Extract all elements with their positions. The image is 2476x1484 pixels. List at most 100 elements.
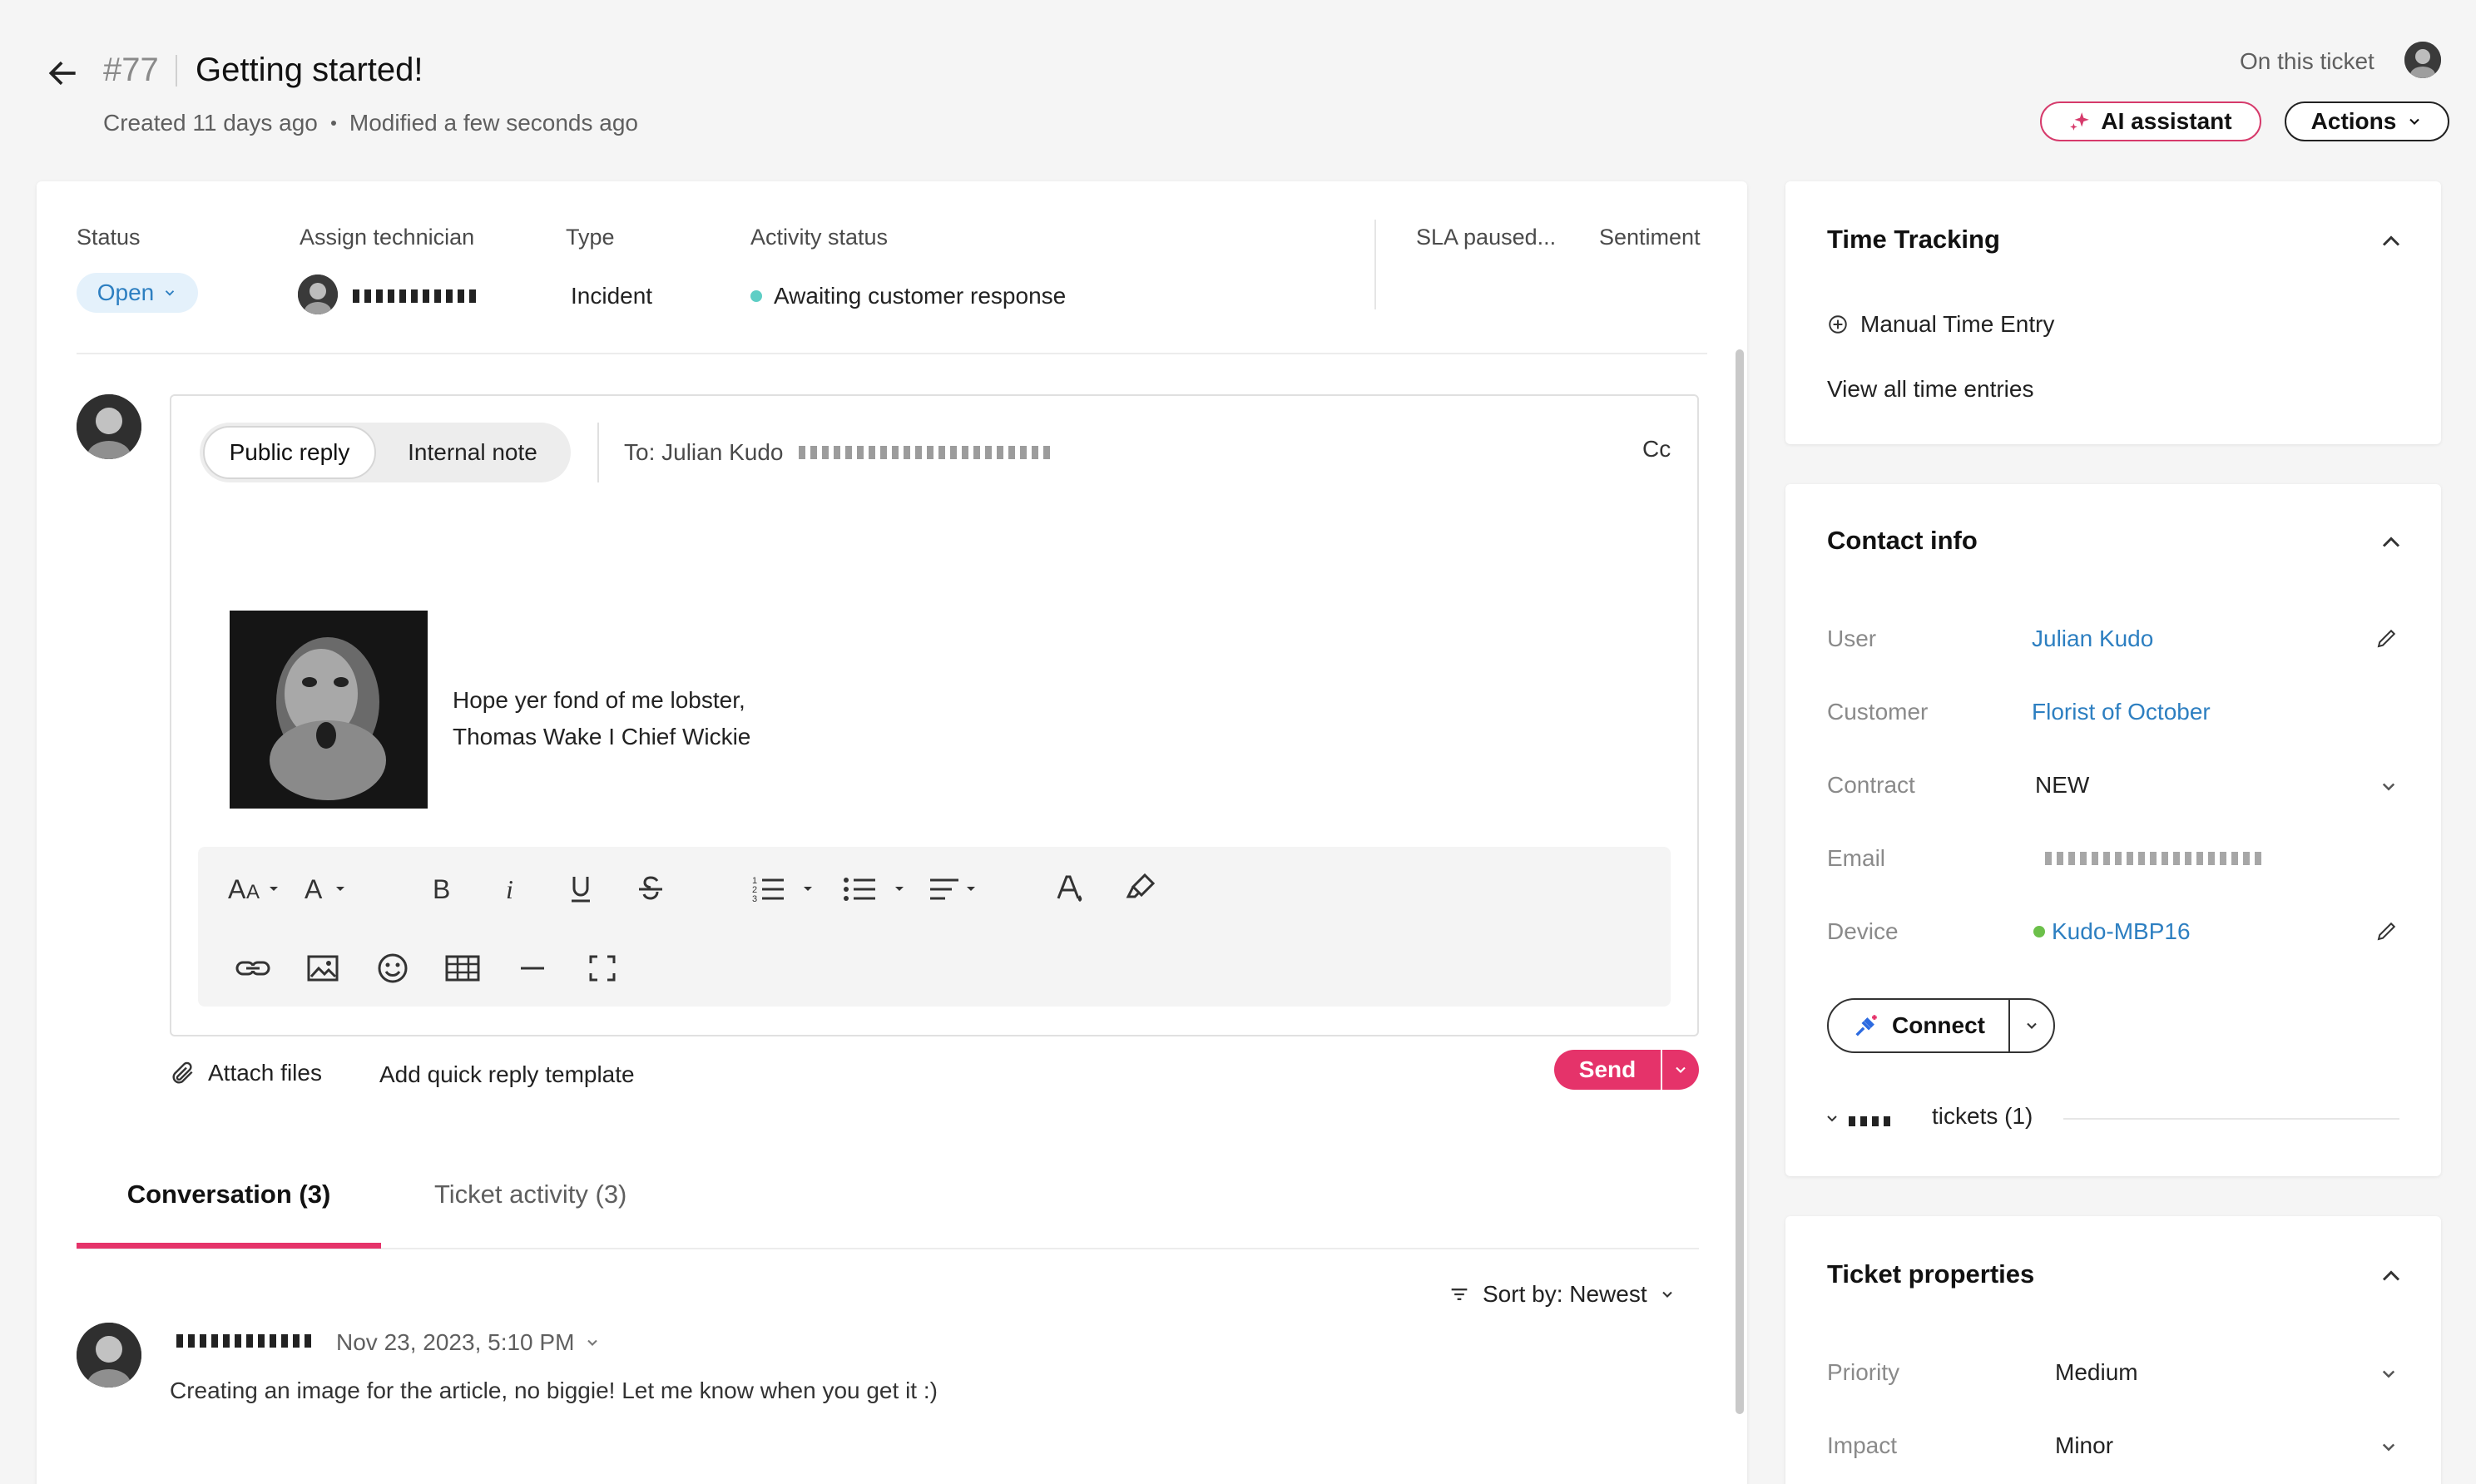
- chevron-down-icon[interactable]: [2376, 1434, 2401, 1459]
- internal-note-tab[interactable]: Internal note: [384, 426, 561, 479]
- manual-time-entry-button[interactable]: Manual Time Entry: [1827, 311, 2054, 338]
- type-value[interactable]: Incident: [571, 283, 652, 309]
- viewer-avatar[interactable]: [2404, 42, 2441, 78]
- modified-text: Modified a few seconds ago: [349, 110, 638, 136]
- connect-button[interactable]: Connect: [1829, 1000, 2008, 1051]
- user-link[interactable]: Julian Kudo: [2032, 626, 2153, 652]
- svg-text:3: 3: [752, 894, 757, 904]
- recipient-email-redacted: [799, 446, 1053, 459]
- caret-down-icon[interactable]: [334, 883, 346, 895]
- on-this-ticket-label: On this ticket: [2240, 48, 2374, 74]
- activity-status-dot: [750, 290, 762, 302]
- contract-value[interactable]: NEW: [2035, 772, 2089, 799]
- sla-label: SLA paused...: [1416, 225, 1557, 250]
- strikethrough-icon[interactable]: [631, 868, 671, 908]
- activity-status-value: Awaiting customer response: [774, 283, 1067, 309]
- view-all-time-entries-link[interactable]: View all time entries: [1827, 376, 2033, 403]
- technician-name-redacted[interactable]: [353, 289, 476, 303]
- user-label: User: [1827, 626, 1877, 651]
- numbered-list-icon[interactable]: 123: [749, 868, 789, 908]
- chevron-down-icon[interactable]: [1822, 1108, 1842, 1132]
- activity-status-dropdown[interactable]: Awaiting customer response: [750, 283, 1066, 309]
- sort-label: Sort by: Newest: [1483, 1281, 1647, 1307]
- device-name: Kudo-MBP16: [2052, 918, 2191, 944]
- actions-button[interactable]: Actions: [2285, 101, 2449, 141]
- quick-reply-template-button[interactable]: Add quick reply template: [379, 1061, 635, 1088]
- section-divider: [77, 353, 1707, 354]
- svg-text:A: A: [228, 874, 246, 904]
- sparkle-icon: [2069, 111, 2091, 132]
- status-label: Status: [77, 225, 141, 250]
- send-button[interactable]: Send: [1554, 1050, 1661, 1090]
- paperclip-icon: [170, 1060, 196, 1086]
- bold-icon[interactable]: B: [421, 868, 461, 908]
- tickets-owner-redacted: [1849, 1116, 1895, 1126]
- chevron-up-icon[interactable]: [2376, 1261, 2406, 1291]
- bulleted-list-icon[interactable]: [840, 868, 880, 908]
- email-redacted[interactable]: [2045, 852, 2266, 865]
- align-icon[interactable]: [925, 868, 965, 908]
- edit-pencil-icon[interactable]: [2374, 626, 2399, 650]
- related-tickets-toggle[interactable]: tickets (1): [1932, 1103, 2033, 1130]
- tab-ticket-activity[interactable]: Ticket activity (3): [434, 1180, 626, 1209]
- technician-avatar[interactable]: [298, 275, 338, 314]
- public-reply-tab[interactable]: Public reply: [203, 426, 376, 479]
- connect-label: Connect: [1892, 1012, 1985, 1038]
- customer-link[interactable]: Florist of October: [2032, 699, 2211, 725]
- svg-text:B: B: [433, 874, 450, 904]
- customer-label: Customer: [1827, 699, 1929, 725]
- message-date[interactable]: Nov 23, 2023, 5:10 PM: [336, 1329, 601, 1356]
- image-icon[interactable]: [303, 948, 343, 988]
- italic-icon[interactable]: i: [491, 868, 531, 908]
- attach-files-label: Attach files: [208, 1060, 322, 1086]
- link-icon[interactable]: [233, 948, 273, 988]
- recipient-field[interactable]: To: Julian Kudo: [624, 439, 783, 466]
- chevron-down-icon[interactable]: [2376, 774, 2401, 799]
- horizontal-rule-icon[interactable]: [513, 948, 552, 988]
- message-author-redacted: [176, 1334, 313, 1348]
- priority-value[interactable]: Medium: [2055, 1359, 2138, 1386]
- ai-assistant-button[interactable]: AI assistant: [2040, 101, 2261, 141]
- priority-label: Priority: [1827, 1359, 1900, 1385]
- tab-conversation[interactable]: Conversation (3): [77, 1175, 381, 1249]
- caret-down-icon[interactable]: [268, 883, 280, 895]
- device-link[interactable]: Kudo-MBP16: [2033, 918, 2191, 945]
- caret-down-icon[interactable]: [894, 883, 905, 895]
- message-author-avatar: [77, 1323, 141, 1388]
- ticket-meta: Created 11 days ago Modified a few secon…: [103, 110, 638, 136]
- highlight-icon[interactable]: [1120, 868, 1160, 908]
- chevron-down-icon: [162, 285, 177, 300]
- font-size-icon[interactable]: AA: [226, 868, 266, 908]
- filter-icon: [1448, 1283, 1471, 1306]
- text-color-icon[interactable]: [1050, 868, 1090, 908]
- fullscreen-icon[interactable]: [582, 948, 622, 988]
- emoji-icon[interactable]: [373, 948, 413, 988]
- type-label: Type: [566, 225, 615, 250]
- back-arrow-icon[interactable]: [45, 55, 82, 92]
- table-icon[interactable]: [443, 948, 483, 988]
- meta-dot: [330, 121, 336, 126]
- chevron-down-icon: [2406, 113, 2423, 130]
- chevron-down-icon: [1672, 1061, 1689, 1078]
- attach-files-button[interactable]: Attach files: [170, 1060, 322, 1086]
- cc-button[interactable]: Cc: [1642, 436, 1671, 463]
- connect-options-button[interactable]: [2008, 1000, 2053, 1051]
- underline-icon[interactable]: [561, 868, 601, 908]
- chevron-down-icon[interactable]: [2376, 1361, 2401, 1386]
- author-avatar: [77, 394, 141, 459]
- signature-text[interactable]: Hope yer fond of me lobster, Thomas Wake…: [453, 682, 750, 755]
- add-circle-icon: [1827, 314, 1849, 335]
- status-dropdown[interactable]: Open: [77, 273, 198, 313]
- send-options-button[interactable]: [1661, 1050, 1699, 1090]
- title-divider: [176, 55, 177, 87]
- chevron-up-icon[interactable]: [2376, 527, 2406, 557]
- sort-dropdown[interactable]: Sort by: Newest: [1448, 1281, 1676, 1308]
- caret-down-icon[interactable]: [802, 883, 814, 895]
- scrollbar[interactable]: [1736, 349, 1744, 1414]
- font-color-icon[interactable]: A: [296, 868, 336, 908]
- impact-value[interactable]: Minor: [2055, 1432, 2113, 1459]
- edit-pencil-icon[interactable]: [2374, 918, 2399, 943]
- caret-down-icon[interactable]: [965, 883, 977, 895]
- chevron-up-icon[interactable]: [2376, 226, 2406, 256]
- message-date-text: Nov 23, 2023, 5:10 PM: [336, 1329, 575, 1355]
